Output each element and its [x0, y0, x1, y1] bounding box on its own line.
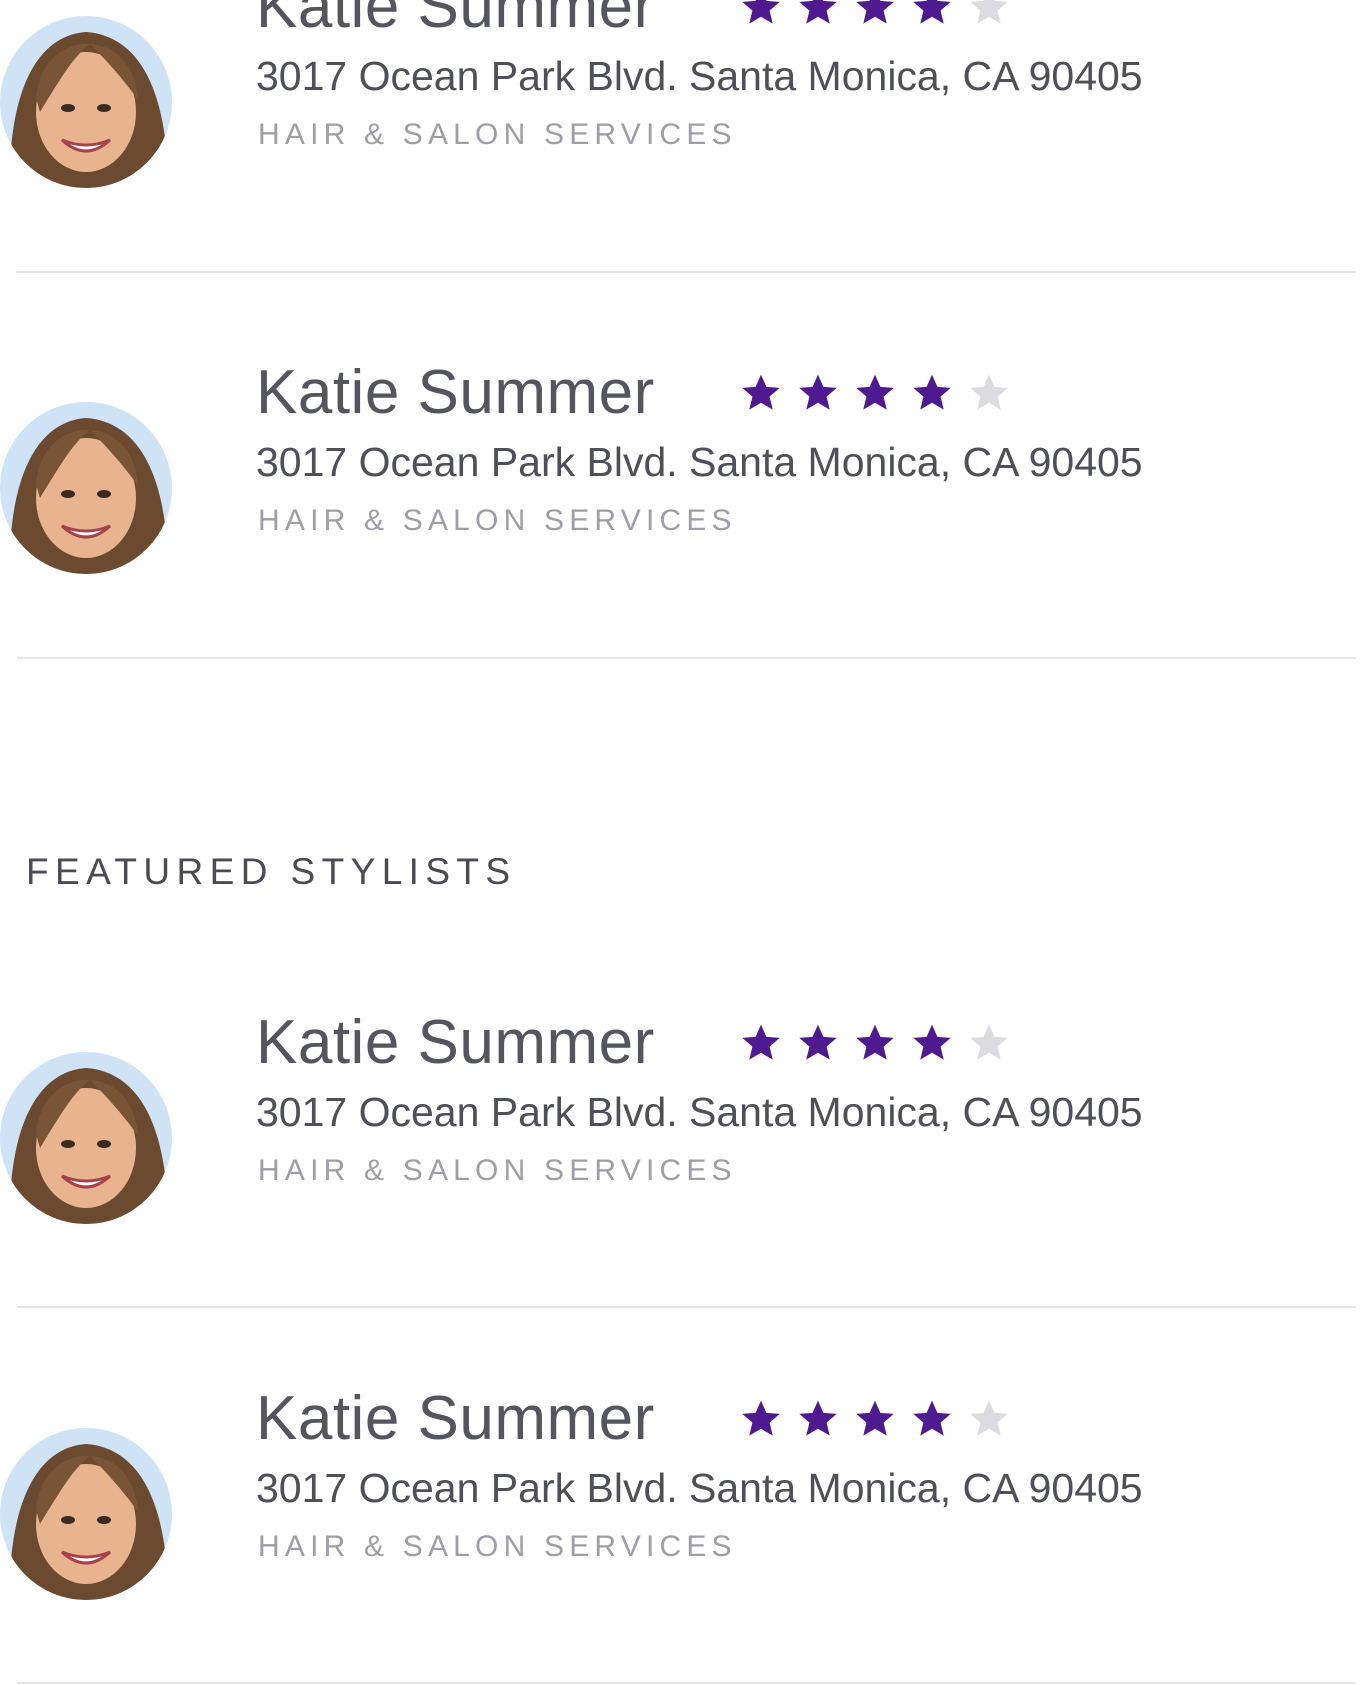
- star-filled-icon: [742, 1400, 780, 1436]
- stylist-card[interactable]: Katie Summer 3017 Ocean Park Blvd. Santa…: [0, 0, 1369, 188]
- stylist-name[interactable]: Katie Summer: [256, 0, 655, 38]
- star-filled-icon: [799, 374, 837, 410]
- stylist-card[interactable]: Katie Summer 3017 Ocean Park Blvd. Santa…: [0, 1388, 1369, 1600]
- star-empty-icon: [970, 374, 1008, 410]
- star-filled-icon: [799, 1400, 837, 1436]
- star-filled-icon: [856, 1400, 894, 1436]
- star-filled-icon: [913, 1024, 951, 1060]
- star-filled-icon: [913, 374, 951, 410]
- avatar-photo-icon: [0, 402, 172, 574]
- stylist-address: 3017 Ocean Park Blvd. Santa Monica, CA 9…: [256, 439, 1143, 485]
- avatar[interactable]: [0, 16, 172, 188]
- stylist-name[interactable]: Katie Summer: [256, 1012, 655, 1074]
- star-filled-icon: [856, 0, 894, 24]
- avatar[interactable]: [0, 1428, 172, 1600]
- avatar[interactable]: [0, 402, 172, 574]
- star-filled-icon: [799, 1024, 837, 1060]
- star-empty-icon: [970, 0, 1008, 24]
- rating-stars: [740, 1398, 1010, 1440]
- stylist-card[interactable]: Katie Summer 3017 Ocean Park Blvd. Santa…: [0, 1012, 1369, 1224]
- divider: [17, 1682, 1356, 1684]
- rating-stars: [740, 372, 1010, 414]
- star-empty-icon: [970, 1400, 1008, 1436]
- divider: [17, 1306, 1356, 1308]
- avatar[interactable]: [0, 1052, 172, 1224]
- avatar-photo-icon: [0, 1428, 172, 1600]
- stylist-name[interactable]: Katie Summer: [256, 362, 655, 424]
- star-filled-icon: [913, 0, 951, 24]
- divider: [17, 657, 1356, 659]
- stylist-address: 3017 Ocean Park Blvd. Santa Monica, CA 9…: [256, 1465, 1143, 1511]
- star-filled-icon: [742, 374, 780, 410]
- avatar-photo-icon: [0, 16, 172, 188]
- avatar-photo-icon: [0, 1052, 172, 1224]
- star-filled-icon: [913, 1400, 951, 1436]
- rating-stars: [740, 0, 1010, 28]
- divider: [17, 271, 1356, 273]
- stylist-category: HAIR & SALON SERVICES: [258, 1154, 737, 1187]
- star-filled-icon: [799, 0, 837, 24]
- star-filled-icon: [742, 0, 780, 24]
- stylist-card[interactable]: Katie Summer 3017 Ocean Park Blvd. Santa…: [0, 362, 1369, 574]
- stylist-address: 3017 Ocean Park Blvd. Santa Monica, CA 9…: [256, 53, 1143, 99]
- stylist-category: HAIR & SALON SERVICES: [258, 504, 737, 537]
- section-title: FEATURED STYLISTS: [26, 851, 517, 892]
- stylist-category: HAIR & SALON SERVICES: [258, 118, 737, 151]
- star-filled-icon: [856, 1024, 894, 1060]
- star-empty-icon: [970, 1024, 1008, 1060]
- star-filled-icon: [742, 1024, 780, 1060]
- stylist-category: HAIR & SALON SERVICES: [258, 1530, 737, 1563]
- rating-stars: [740, 1022, 1010, 1064]
- stylist-name[interactable]: Katie Summer: [256, 1388, 655, 1450]
- stylist-address: 3017 Ocean Park Blvd. Santa Monica, CA 9…: [256, 1089, 1143, 1135]
- star-filled-icon: [856, 374, 894, 410]
